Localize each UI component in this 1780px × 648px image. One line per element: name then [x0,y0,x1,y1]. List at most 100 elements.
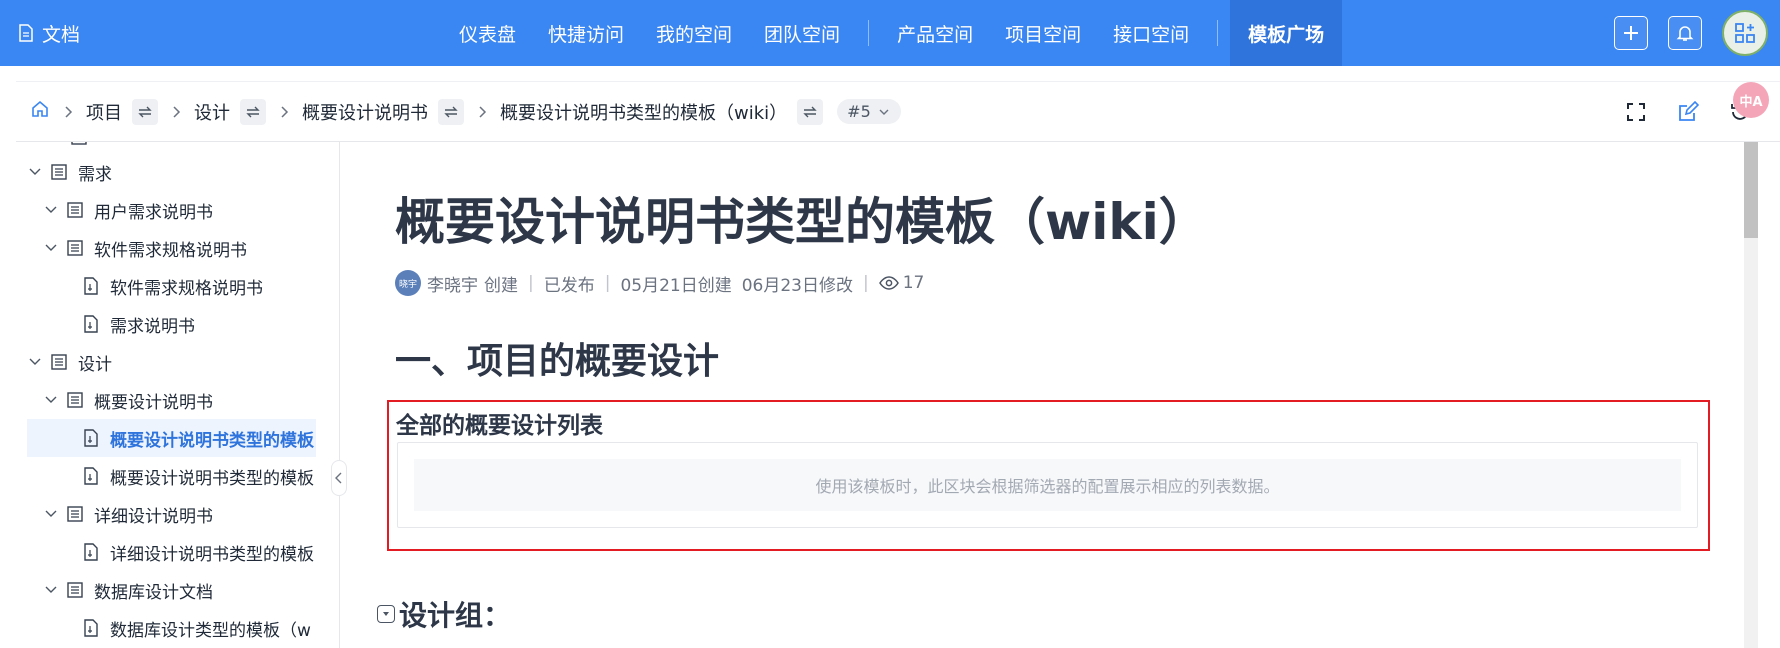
tree-item-label: 数据库设计文档 [94,582,213,603]
tree-item-label: 详细设计说明书类型的模板 [110,544,314,565]
tree-item-label: 需求说明书 [110,316,195,337]
translate-button[interactable]: 中A [1733,82,1769,118]
tree-item-label: 软件需求规格说明书 [94,240,247,261]
translate-icon: 中A [1739,94,1763,110]
list-block-placeholder: 使用该模板时，此区块会根据筛选器的配置展示相应的列表数据。 [414,459,1681,511]
switch-button[interactable] [132,98,158,125]
swap-icon [138,106,152,117]
breadcrumb: 项目 设计 概要设计说明书 概要设计说明书类型的模板（wiki） #5 [16,98,901,125]
nav-quick-access[interactable]: 快捷访问 [532,0,640,66]
home-button[interactable] [30,99,50,124]
list-block-title: 全部的概要设计列表 [396,413,603,439]
tree-item-label: 需求 [78,164,112,185]
avatar[interactable]: 晓宇 [395,270,421,296]
file-doc-icon [84,543,98,561]
breadcrumb-item-current[interactable]: 概要设计说明书类型的模板（wiki） [500,99,787,125]
notifications-button[interactable] [1668,16,1702,50]
nav-product-space[interactable]: 产品空间 [881,0,989,66]
document-meta: 晓宇 李晓宇 创建 | 已发布 | 05月21日创建 06月23日修改 | 17 [395,270,924,296]
nav-my-space[interactable]: 我的空间 [640,0,748,66]
tree-item-label: 设计 [78,354,112,375]
apps-icon [1735,23,1755,43]
tree-item-design[interactable]: 设计 [16,343,316,381]
version-selector[interactable]: #5 [837,99,901,124]
folder-doc-icon [67,582,83,598]
bell-icon [1676,26,1694,41]
file-doc-icon [84,619,98,637]
nav-dashboard[interactable]: 仪表盘 [443,0,532,66]
nav-api-space[interactable]: 接口空间 [1097,0,1205,66]
breadcrumb-item-project[interactable]: 项目 [86,99,122,125]
swap-icon [246,106,260,117]
file-doc-icon [84,467,98,485]
chevron-down-icon[interactable] [44,583,58,597]
chevron-right-icon [281,105,289,118]
edit-button[interactable] [1676,100,1700,124]
tree-item-overview-template[interactable]: 概要设计说明书类型的模板 [16,457,316,495]
breadcrumb-item-design[interactable]: 设计 [194,99,230,125]
tree-item-db-template[interactable]: 数据库设计类型的模板（w [16,609,316,647]
tree-item-db-doc[interactable]: 数据库设计文档 [16,571,316,609]
modified-date: 06月23日修改 [741,275,853,296]
edit-icon [1679,101,1699,121]
folder-doc-icon [71,142,87,145]
create-button[interactable] [1614,16,1648,50]
fullscreen-icon [1627,103,1645,121]
user-avatar[interactable] [1722,10,1768,56]
switch-button[interactable] [797,98,824,125]
switch-button[interactable] [438,98,464,125]
chevron-right-icon [65,105,73,118]
tree-item-label: 数据库设计类型的模板（w [110,620,311,641]
top-actions [1614,0,1780,66]
tree-item-srs-doc[interactable]: 软件需求规格说明书 [16,267,316,305]
tree-item-detail-template[interactable]: 详细设计说明书类型的模板 [16,533,316,571]
fold-toggle-button[interactable] [377,605,395,623]
tree-item-detail-spec[interactable]: 详细设计说明书 [16,495,316,533]
main-nav: 仪表盘 快捷访问 我的空间 团队空间 产品空间 项目空间 接口空间 模板广场 [443,0,1343,66]
list-block[interactable]: 全部的概要设计列表 使用该模板时，此区块会根据筛选器的配置展示相应的列表数据。 [387,400,1710,551]
breadcrumb-item-overview-spec[interactable]: 概要设计说明书 [302,99,428,125]
folder-doc-icon [67,202,83,218]
chevron-right-icon [479,105,487,118]
tree-item-user-req[interactable]: 用户需求说明书 [16,191,316,229]
plus-icon [1624,26,1638,40]
scrollbar-thumb[interactable] [1744,142,1758,238]
fullscreen-button[interactable] [1624,100,1648,124]
nav-template-plaza[interactable]: 模板广场 [1230,0,1343,66]
folder-doc-icon [67,506,83,522]
tree-item-requirements[interactable]: 需求 [16,153,316,191]
brand[interactable]: 文档 [18,0,80,66]
chevron-down-icon[interactable] [28,165,42,179]
chevron-down-icon[interactable] [44,393,58,407]
view-count: 17 [902,273,925,293]
created-date: 05月21日创建 [620,275,732,296]
tree-item-overview-template-active[interactable]: 概要设计说明书类型的模板 [27,419,316,457]
status-badge: 已发布 [543,275,595,296]
nav-team-space[interactable]: 团队空间 [748,0,856,66]
document-content: 概要设计说明书类型的模板（wiki） 晓宇 李晓宇 创建 | 已发布 | 05月… [340,142,1740,648]
meta-divider: | [863,273,869,293]
nav-project-space[interactable]: 项目空间 [989,0,1097,66]
list-block-frame: 使用该模板时，此区块会根据筛选器的配置展示相应的列表数据。 [397,442,1698,528]
file-doc-icon [84,277,98,295]
folder-doc-icon [51,354,67,370]
chevron-down-icon[interactable] [28,355,42,369]
tree-item-srs[interactable]: 软件需求规格说明书 [16,229,316,267]
chevron-down-icon[interactable] [44,203,58,217]
caret-down-icon [383,612,389,616]
tree-item-overview-spec[interactable]: 概要设计说明书 [16,381,316,419]
home-icon [32,100,48,117]
section-heading-2-label: 设计组： [399,599,512,632]
nav-divider [1217,20,1219,46]
swap-icon [444,106,458,117]
file-doc-icon [84,315,98,333]
folder-doc-icon [67,240,83,256]
switch-button[interactable] [240,98,266,125]
tree-item-label: 软件需求规格说明书 [110,278,263,299]
tree-item-req-doc[interactable]: 需求说明书 [16,305,316,343]
author-name[interactable]: 李晓宇 [427,271,478,296]
chevron-down-icon[interactable] [44,241,58,255]
section-heading-2: 设计组： [377,594,511,634]
chevron-down-icon[interactable] [44,507,58,521]
document-icon [19,24,33,42]
